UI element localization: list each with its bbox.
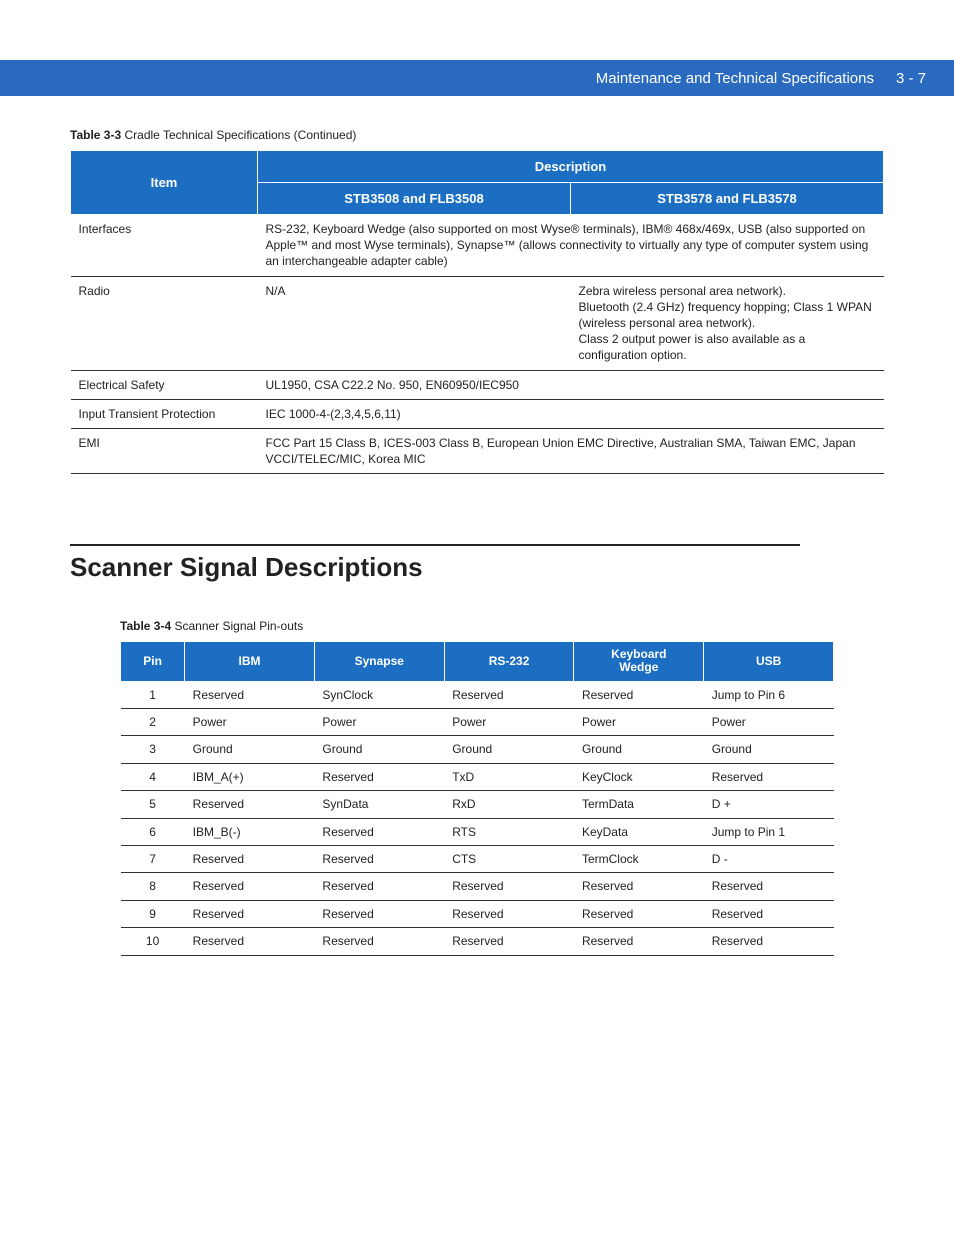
table-row: 4IBM_A(+)ReservedTxDKeyClockReserved: [121, 763, 834, 790]
table-row: 9ReservedReservedReservedReservedReserve…: [121, 900, 834, 927]
t33-th-colA: STB3508 and FLB3508: [257, 183, 570, 215]
page-header: Maintenance and Technical Specifications…: [0, 60, 954, 96]
chapter-title: Maintenance and Technical Specifications: [596, 70, 874, 87]
table-row: 3GroundGroundGroundGroundGround: [121, 736, 834, 763]
table-row: Interfaces: [71, 215, 258, 277]
table-row: 6IBM_B(-)ReservedRTSKeyDataJump to Pin 1: [121, 818, 834, 845]
t34-th-rs232: RS-232: [444, 642, 574, 681]
t33-th-colB: STB3578 and FLB3578: [570, 183, 883, 215]
table33: Item Description STB3508 and FLB3508 STB…: [70, 150, 884, 474]
section-title: Scanner Signal Descriptions: [70, 552, 884, 583]
t33-th-item: Item: [71, 151, 258, 215]
table-row: Radio: [71, 276, 258, 370]
section-rule: [70, 544, 800, 546]
t34-th-ibm: IBM: [185, 642, 315, 681]
table34-label: Table 3-4 Scanner Signal Pin-outs: [120, 619, 834, 633]
table-row: 2PowerPowerPowerPowerPower: [121, 709, 834, 736]
t34-th-pin: Pin: [121, 642, 185, 681]
table-row: EMI: [71, 428, 258, 473]
table-row: Electrical Safety: [71, 370, 258, 399]
table-row: 10ReservedReservedReservedReservedReserv…: [121, 928, 834, 955]
table33-label: Table 3-3 Cradle Technical Specification…: [70, 128, 884, 142]
table-row: 1ReservedSynClockReservedReservedJump to…: [121, 681, 834, 708]
page-number: 3 - 7: [896, 70, 926, 87]
table-row: 5ReservedSynDataRxDTermDataD +: [121, 791, 834, 818]
table-row: 8ReservedReservedReservedReservedReserve…: [121, 873, 834, 900]
table34: Pin IBM Synapse RS-232 KeyboardWedge USB…: [120, 641, 834, 955]
table-row: Input Transient Protection: [71, 399, 258, 428]
header-band: [0, 0, 954, 60]
t33-th-desc: Description: [257, 151, 883, 183]
t34-th-kw: KeyboardWedge: [574, 642, 704, 681]
t34-th-synapse: Synapse: [314, 642, 444, 681]
t34-th-usb: USB: [704, 642, 834, 681]
table-row: 7ReservedReservedCTSTermClockD -: [121, 845, 834, 872]
